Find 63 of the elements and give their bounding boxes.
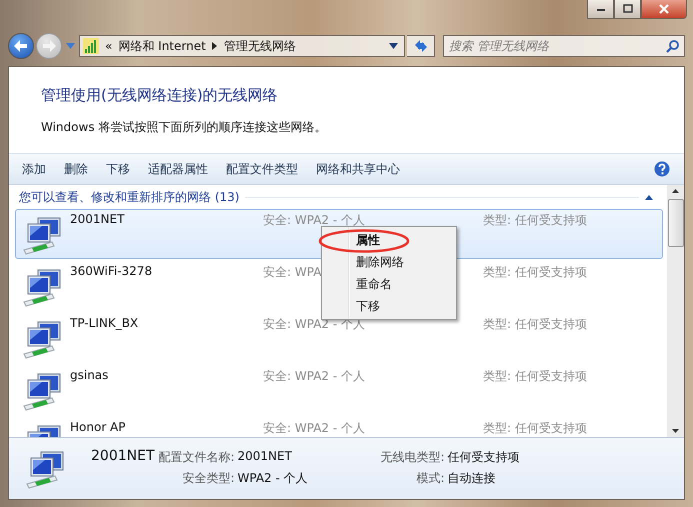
refresh-icon	[412, 39, 428, 53]
network-name: Honor AP	[70, 420, 126, 434]
breadcrumb-separator-icon[interactable]	[212, 42, 218, 50]
collapse-icon[interactable]	[645, 194, 653, 200]
dropdown-icon[interactable]	[389, 43, 398, 49]
detail-label: 配置文件名称:	[157, 449, 234, 466]
detail-label: 无线电类型:	[379, 449, 444, 466]
back-arrow-icon	[12, 38, 30, 54]
network-security: 安全: WPA2 - 个人	[263, 368, 365, 385]
scrollbar-thumb[interactable]	[668, 199, 684, 247]
page-title: 管理使用(无线网络连接)的无线网络	[41, 86, 279, 105]
network-security: 安全: WPA2 - 个人	[263, 420, 365, 437]
toolbar-button[interactable]: 添加	[15, 158, 53, 180]
scroll-up-icon[interactable]	[672, 189, 679, 193]
close-button[interactable]	[641, 0, 687, 19]
network-type: 类型: 任何受支持项	[483, 264, 587, 281]
network-name: gsinas	[70, 368, 108, 382]
group-header: 您可以查看、修改和重新排序的网络 (13)	[19, 188, 240, 206]
scroll-down-icon[interactable]	[672, 429, 679, 433]
back-button[interactable]	[8, 33, 34, 59]
address-bar[interactable]: « 网络和 Internet 管理无线网络	[79, 35, 405, 57]
network-name: 2001NET	[70, 212, 124, 226]
toolbar-button[interactable]: 删除	[57, 158, 95, 180]
breadcrumb[interactable]: 管理无线网络	[224, 38, 296, 54]
detail-value: 任何受支持项	[448, 449, 520, 466]
network-security: 安全: WPA2 - 个人	[263, 212, 365, 229]
breadcrumb[interactable]: 网络和 Internet	[118, 38, 206, 54]
network-name: 360WiFi-3278	[70, 264, 152, 278]
menu-item[interactable]: 重命名	[324, 273, 454, 295]
forward-arrow-icon	[40, 38, 58, 54]
network-type: 类型: 任何受支持项	[483, 368, 587, 385]
menu-item[interactable]: 下移	[324, 295, 454, 317]
search-input[interactable]: 搜索 管理无线网络	[449, 39, 666, 53]
maximize-button[interactable]	[614, 0, 641, 19]
network-type: 类型: 任何受支持项	[483, 420, 587, 437]
maximize-icon	[622, 4, 634, 14]
menu-item[interactable]: 属性	[324, 229, 454, 251]
details-network-name: 2001NET	[91, 448, 154, 464]
minimize-button[interactable]	[587, 0, 614, 19]
network-type: 类型: 任何受支持项	[483, 212, 587, 229]
detail-label: 模式:	[415, 470, 444, 487]
detail-value: 自动连接	[448, 470, 496, 487]
detail-value: 2001NET	[238, 449, 293, 465]
network-type: 类型: 任何受支持项	[483, 316, 587, 333]
scrollbar[interactable]	[667, 185, 684, 437]
signal-icon	[83, 38, 99, 54]
toolbar-button[interactable]: 下移	[99, 158, 137, 180]
help-icon[interactable]	[654, 161, 670, 177]
search-icon[interactable]	[666, 40, 679, 52]
page-description: Windows 将尝试按照下面所列的顺序连接这些网络。	[41, 119, 328, 136]
close-icon	[657, 4, 671, 14]
toolbar-button[interactable]: 配置文件类型	[219, 158, 305, 180]
detail-value: WPA2 - 个人	[238, 470, 309, 487]
toolbar-button[interactable]: 网络和共享中心	[309, 158, 407, 180]
toolbar-button[interactable]: 适配器属性	[141, 158, 215, 180]
search-field[interactable]: 搜索 管理无线网络	[443, 35, 685, 57]
forward-button[interactable]	[36, 33, 62, 59]
detail-label: 安全类型:	[181, 470, 234, 487]
breadcrumb-overflow[interactable]: «	[105, 39, 112, 53]
refresh-button[interactable]	[407, 35, 435, 57]
network-name: TP-LINK_BX	[70, 316, 138, 330]
menu-item[interactable]: 删除网络	[324, 251, 454, 273]
network-security: 安全: WPA	[263, 264, 322, 281]
